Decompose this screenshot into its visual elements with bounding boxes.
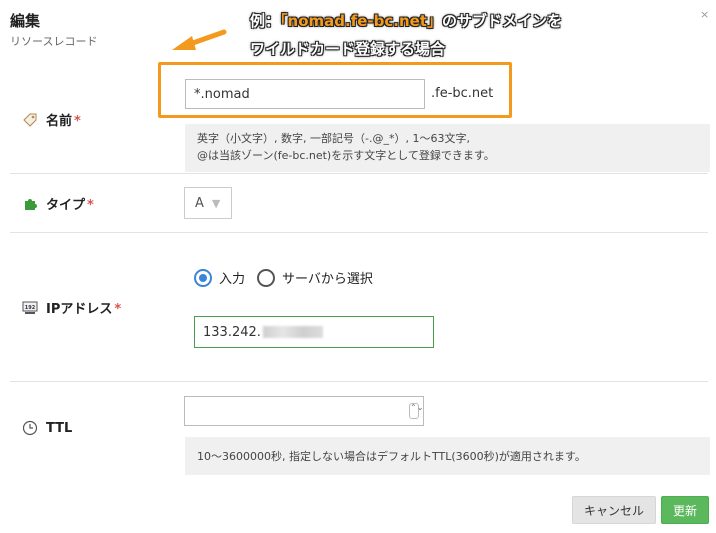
- type-select[interactable]: A ▼: [184, 187, 232, 219]
- redacted-block: [262, 326, 323, 338]
- divider: [10, 173, 708, 174]
- ttl-label-text: TTL: [46, 420, 73, 436]
- name-help-line-2: @は当該ゾーン(fe-bc.net)を示す文字として登録できます。: [197, 149, 495, 162]
- svg-text:192: 192: [25, 305, 36, 311]
- tag-icon: [23, 113, 37, 127]
- annotation-arrow-icon: [172, 29, 227, 50]
- puzzle-icon: [25, 198, 37, 210]
- clock-icon: [22, 420, 38, 436]
- name-help-line-1: 英字（小文字）, 数字, 一部記号（-.@_*）, 1〜63文字,: [197, 132, 470, 145]
- type-select-value: A: [195, 195, 204, 211]
- radio-select-server[interactable]: サーバから選択: [257, 268, 373, 287]
- ttl-input[interactable]: ⌃⌄: [184, 396, 424, 426]
- domain-suffix: .fe-bc.net: [431, 86, 494, 101]
- annotation-prefix: 例：: [250, 12, 281, 30]
- ip-address-value: 133.242.: [203, 324, 261, 340]
- ttl-label: TTL: [22, 420, 72, 436]
- network-icon: 192: [22, 301, 38, 314]
- radio-select-server-label: サーバから選択: [282, 272, 373, 287]
- annotation-suffix: のサブドメインを: [441, 12, 562, 30]
- cancel-button[interactable]: キャンセル: [572, 496, 656, 524]
- number-stepper[interactable]: ⌃⌄: [409, 403, 423, 419]
- annotation-line-2: ワイルドカード登録する場合: [250, 40, 446, 58]
- radio-button-icon: [257, 268, 275, 287]
- ttl-help-text: 10〜3600000秒, 指定しない場合はデフォルトTTL(3600秒)が適用さ…: [185, 437, 710, 475]
- dialog-title: 編集: [10, 12, 41, 30]
- annotation-line-1: 例：「nomad.fe-bc.net」のサブドメインを: [250, 10, 562, 31]
- close-icon[interactable]: ×: [700, 8, 709, 21]
- divider: [10, 381, 708, 382]
- dialog-subtitle: リソースレコード: [10, 35, 98, 48]
- ip-address-input[interactable]: 133.242.: [194, 316, 434, 348]
- annotation-highlight: 「nomad.fe-bc.net」: [280, 12, 442, 30]
- type-label-text: タイプ: [46, 198, 86, 213]
- name-label-text: 名前: [46, 114, 73, 129]
- radio-button-icon: [194, 268, 212, 287]
- type-label: タイプ *: [22, 194, 94, 213]
- radio-input-manual[interactable]: 入力: [194, 268, 245, 287]
- chevron-down-icon: ▼: [211, 196, 221, 210]
- ip-label: 192 IPアドレス *: [22, 298, 121, 317]
- required-mark: *: [74, 114, 81, 129]
- name-label: 名前 *: [22, 110, 81, 129]
- divider: [10, 232, 708, 233]
- ip-label-text: IPアドレス: [46, 302, 113, 317]
- required-mark: *: [87, 198, 94, 213]
- update-button[interactable]: 更新: [661, 496, 709, 524]
- required-mark: *: [114, 302, 122, 317]
- radio-input-manual-label: 入力: [219, 272, 246, 287]
- name-help-text: 英字（小文字）, 数字, 一部記号（-.@_*）, 1〜63文字, @は当該ゾー…: [185, 124, 710, 172]
- name-input[interactable]: *.nomad: [185, 79, 425, 109]
